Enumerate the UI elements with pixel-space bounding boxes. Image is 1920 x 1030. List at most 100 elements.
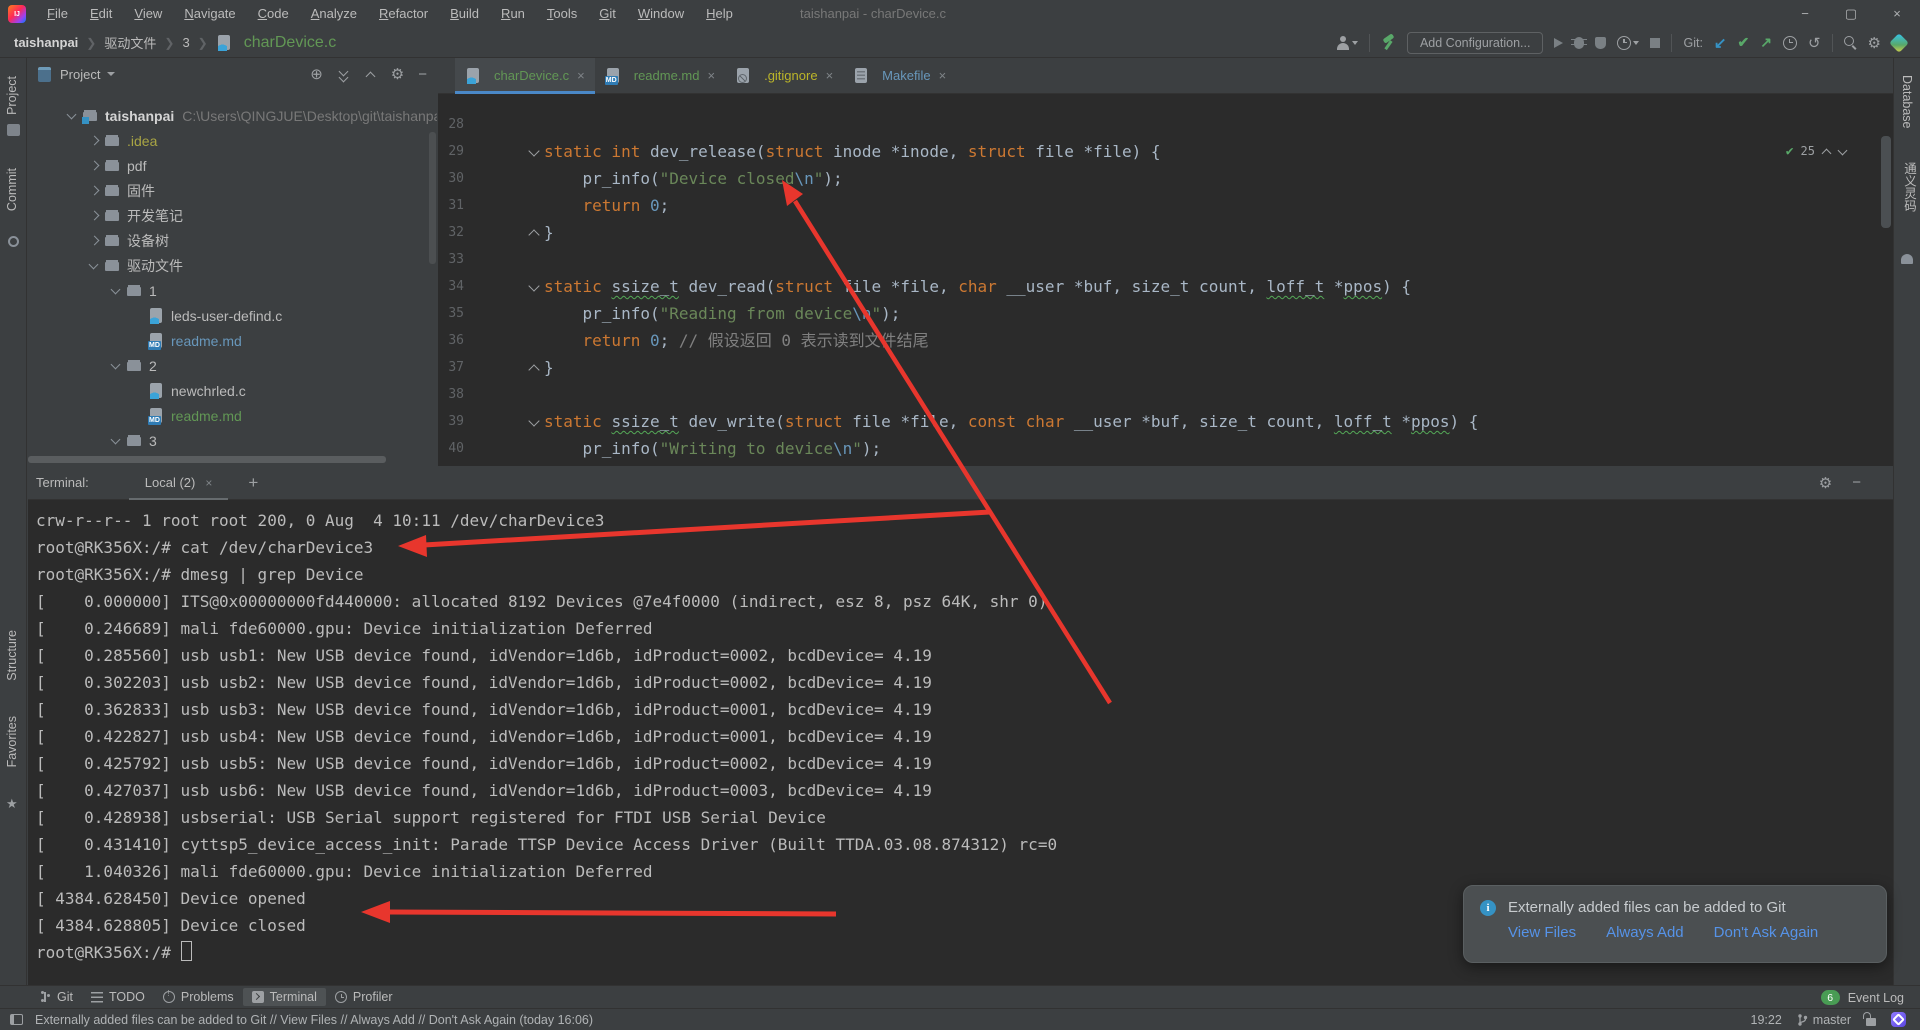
tree-chevron-icon[interactable] xyxy=(86,253,104,278)
tree-chevron-icon[interactable] xyxy=(108,353,126,378)
breadcrumb-item[interactable]: 驱动文件 ❯ xyxy=(104,33,182,52)
menu-item[interactable]: Window xyxy=(627,0,695,28)
fold-marker-icon[interactable] xyxy=(526,273,544,300)
tree-chevron-icon[interactable] xyxy=(86,128,104,153)
git-push-button[interactable]: ↗ xyxy=(1760,34,1772,51)
tree-row[interactable]: newchrled.c xyxy=(28,378,437,403)
tree-chevron-icon[interactable] xyxy=(108,278,126,303)
star-icon[interactable]: ★ xyxy=(6,796,18,812)
debug-button[interactable] xyxy=(1574,37,1584,49)
minimize-panel-button[interactable]: − xyxy=(1852,474,1861,491)
close-icon[interactable]: × xyxy=(707,68,715,83)
stripe-tab-lingma[interactable]: 通义灵码 xyxy=(1900,162,1919,212)
status-message[interactable]: Externally added files can be added to G… xyxy=(35,1013,593,1027)
project-panel-title[interactable]: Project xyxy=(60,67,100,82)
assistant-plugin-icon[interactable] xyxy=(1889,33,1909,53)
maximize-button[interactable]: ▢ xyxy=(1828,0,1874,28)
menu-item[interactable]: Git xyxy=(588,0,627,28)
close-button[interactable]: × xyxy=(1874,0,1920,28)
tool-window-toggle-icon[interactable] xyxy=(10,1014,23,1025)
fold-marker-icon[interactable] xyxy=(526,192,544,219)
tool-window-button[interactable]: Profiler xyxy=(326,988,402,1006)
tree-row[interactable]: readme.md xyxy=(28,403,437,428)
profile-button[interactable] xyxy=(1336,36,1358,50)
search-icon[interactable] xyxy=(1844,36,1857,49)
menu-item[interactable]: View xyxy=(123,0,173,28)
menu-item[interactable]: Code xyxy=(247,0,300,28)
tree-chevron-icon[interactable] xyxy=(86,153,104,178)
tree-row[interactable]: taishanpai C:\Users\QINGJUE\Desktop\git\… xyxy=(28,103,437,128)
notification-action[interactable]: View Files xyxy=(1508,924,1576,941)
tree-row[interactable]: pdf xyxy=(28,153,437,178)
menu-item[interactable]: Tools xyxy=(536,0,588,28)
editor-tab[interactable]: Makefile × xyxy=(843,58,956,93)
lingma-plugin-icon[interactable] xyxy=(1891,1012,1906,1027)
close-icon[interactable]: × xyxy=(205,476,212,490)
git-update-button[interactable]: ↙ xyxy=(1714,34,1727,52)
coverage-button[interactable] xyxy=(1595,37,1606,49)
profiler-button[interactable] xyxy=(1617,36,1639,50)
tree-row[interactable]: 开发笔记 xyxy=(28,203,437,228)
event-log-button[interactable]: 6 Event Log xyxy=(1821,986,1904,1009)
panel-settings-gear-icon[interactable]: ⚙ xyxy=(391,65,404,83)
run-button[interactable] xyxy=(1554,38,1563,48)
fold-marker-icon[interactable] xyxy=(526,111,544,138)
add-configuration-button[interactable]: Add Configuration... xyxy=(1407,32,1544,54)
notification-action[interactable]: Don't Ask Again xyxy=(1714,924,1819,941)
tool-window-button[interactable]: Terminal xyxy=(243,988,326,1006)
settings-gear-icon[interactable]: ⚙ xyxy=(1868,34,1881,52)
terminal-settings-gear-icon[interactable]: ⚙ xyxy=(1819,474,1832,492)
tree-chevron-icon[interactable] xyxy=(130,403,148,428)
tree-chevron-icon[interactable] xyxy=(86,228,104,253)
stop-button[interactable] xyxy=(1650,38,1660,48)
git-commit-button[interactable]: ✔ xyxy=(1738,34,1750,51)
menu-item[interactable]: Build xyxy=(439,0,490,28)
editor-scrollbar[interactable] xyxy=(1881,136,1891,228)
tree-row[interactable]: leds-user-defind.c xyxy=(28,303,437,328)
hide-panel-button[interactable]: − xyxy=(418,66,427,83)
tree-row[interactable]: 2 xyxy=(28,353,437,378)
git-branch-widget[interactable]: master xyxy=(1797,1013,1851,1027)
fold-marker-icon[interactable] xyxy=(526,246,544,273)
horizontal-scrollbar[interactable] xyxy=(28,456,386,463)
fold-marker-icon[interactable] xyxy=(526,408,544,435)
inspection-widget[interactable]: ✔ 25 xyxy=(1786,138,1847,165)
menu-item[interactable]: Help xyxy=(695,0,744,28)
close-icon[interactable]: × xyxy=(826,68,834,83)
editor-tab[interactable]: charDevice.c × xyxy=(455,58,595,93)
fold-marker-icon[interactable] xyxy=(526,435,544,462)
tree-row[interactable]: 设备树 xyxy=(28,228,437,253)
stripe-tab-database[interactable]: Database xyxy=(1900,75,1914,129)
collapse-all-icon[interactable] xyxy=(364,68,377,81)
menu-item[interactable]: Run xyxy=(490,0,536,28)
tree-row[interactable]: 1 xyxy=(28,278,437,303)
expand-all-icon[interactable] xyxy=(337,68,350,81)
folder-icon[interactable] xyxy=(7,124,20,136)
stripe-tab-project[interactable]: Project xyxy=(5,76,19,115)
tree-row[interactable]: readme.md xyxy=(28,328,437,353)
tree-chevron-icon[interactable] xyxy=(86,203,104,228)
menu-item[interactable]: Navigate xyxy=(173,0,246,28)
tool-window-button[interactable]: Problems xyxy=(154,988,243,1006)
fold-marker-icon[interactable] xyxy=(526,354,544,381)
fold-marker-icon[interactable] xyxy=(526,381,544,408)
prev-problem-icon[interactable] xyxy=(1822,147,1831,156)
stripe-tab-commit[interactable]: Commit xyxy=(5,168,19,211)
breadcrumb-item[interactable]: taishanpai ❯ xyxy=(14,35,104,50)
new-terminal-button[interactable]: + xyxy=(248,473,258,493)
vertical-scrollbar[interactable] xyxy=(429,132,436,264)
menu-item[interactable]: Analyze xyxy=(300,0,368,28)
chevron-down-icon[interactable] xyxy=(107,72,115,76)
tree-row[interactable]: 固件 xyxy=(28,178,437,203)
history-button[interactable] xyxy=(1783,36,1797,50)
fold-marker-icon[interactable] xyxy=(526,219,544,246)
tool-window-button[interactable]: TODO xyxy=(82,988,154,1006)
fold-marker-icon[interactable] xyxy=(526,300,544,327)
tree-chevron-icon[interactable] xyxy=(130,378,148,403)
menu-item[interactable]: Refactor xyxy=(368,0,439,28)
menu-item[interactable]: File xyxy=(36,0,79,28)
locate-file-button[interactable]: ⊕ xyxy=(310,65,323,83)
stripe-tab-structure[interactable]: Structure xyxy=(5,630,19,681)
rollback-button[interactable]: ↺ xyxy=(1808,34,1821,52)
code-area[interactable]: 28 29 static int dev_release(struct inod… xyxy=(438,94,1893,466)
